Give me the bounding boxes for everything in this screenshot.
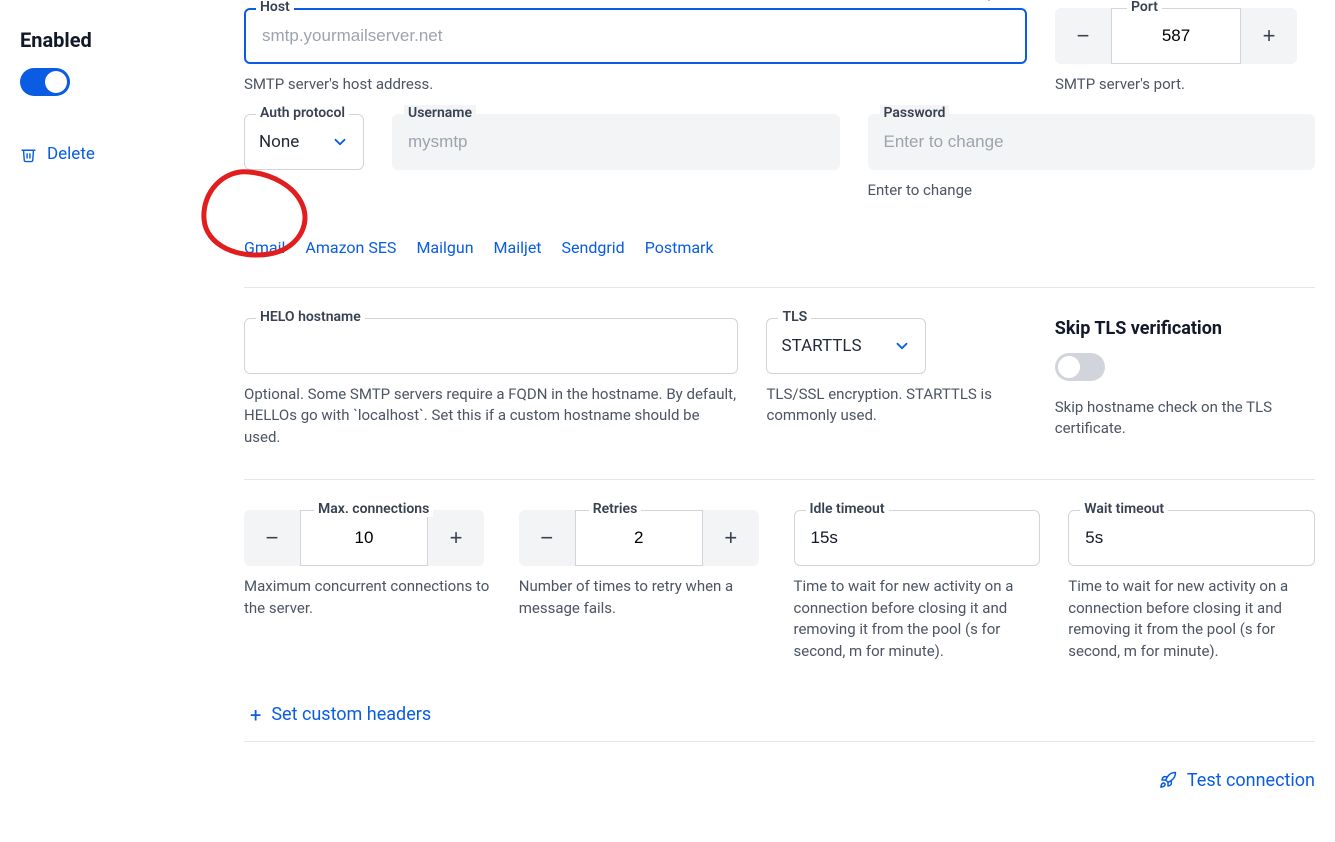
rocket-icon (1159, 771, 1177, 789)
chevron-down-icon (893, 337, 911, 355)
retries-field: Retries − + Number of times to retry whe… (519, 510, 766, 663)
username-field: Username (392, 114, 840, 202)
password-input[interactable] (868, 114, 1316, 170)
max-connections-increment-button[interactable]: + (428, 510, 484, 566)
test-connection-button[interactable]: Test connection (1159, 770, 1315, 791)
host-char-count: 0 / 200 (977, 0, 1021, 4)
max-connections-decrement-button[interactable]: − (244, 510, 300, 566)
retries-label: Retries (589, 501, 642, 517)
port-helper: SMTP server's port. (1055, 74, 1315, 96)
port-increment-button[interactable]: + (1241, 8, 1297, 64)
max-connections-helper: Maximum concurrent connections to the se… (244, 576, 491, 620)
tls-field: TLS STARTTLS TLS/SSL encryption. STARTTL… (766, 318, 1026, 449)
divider-1 (244, 287, 1315, 288)
retries-input[interactable] (575, 510, 703, 566)
auth-protocol-select[interactable]: None (244, 114, 364, 170)
skip-tls-field: Skip TLS verification Skip hostname chec… (1055, 318, 1315, 449)
host-input[interactable] (244, 8, 1027, 64)
idle-timeout-field: Idle timeout Time to wait for new activi… (794, 510, 1041, 663)
skip-tls-helper: Skip hostname check on the TLS certifica… (1055, 397, 1315, 441)
provider-link-mailjet[interactable]: Mailjet (494, 238, 542, 257)
provider-link-sendgrid[interactable]: Sendgrid (562, 238, 625, 257)
port-field: Port − + SMTP server's port. (1055, 8, 1315, 96)
username-label: Username (404, 105, 476, 121)
sidebar: Enabled Delete (20, 8, 220, 791)
enabled-toggle[interactable] (20, 68, 70, 96)
password-label: Password (880, 105, 950, 121)
divider-2 (244, 479, 1315, 480)
helo-label: HELO hostname (256, 309, 365, 325)
password-helper: Enter to change (868, 180, 1316, 202)
username-input[interactable] (392, 114, 840, 170)
provider-link-gmail[interactable]: Gmail (244, 238, 285, 257)
helo-helper: Optional. Some SMTP servers require a FQ… (244, 384, 738, 449)
wait-timeout-label: Wait timeout (1080, 501, 1168, 517)
auth-protocol-label: Auth protocol (256, 105, 349, 121)
wait-timeout-field: Wait timeout Time to wait for new activi… (1068, 510, 1315, 663)
wait-timeout-helper: Time to wait for new activity on a conne… (1068, 576, 1315, 663)
idle-timeout-helper: Time to wait for new activity on a conne… (794, 576, 1041, 663)
wait-timeout-input[interactable] (1068, 510, 1315, 566)
plus-icon: + (250, 703, 261, 727)
idle-timeout-input[interactable] (794, 510, 1041, 566)
tls-label: TLS (778, 309, 811, 325)
skip-tls-toggle[interactable] (1055, 353, 1105, 381)
main-content: 0 / 200 Host SMTP server's host address.… (244, 8, 1315, 791)
retries-stepper: − + (519, 510, 766, 566)
host-helper: SMTP server's host address. (244, 74, 1027, 96)
port-stepper: − + (1055, 8, 1315, 64)
max-connections-label: Max. connections (314, 501, 433, 517)
provider-link-mailgun[interactable]: Mailgun (416, 238, 473, 257)
delete-label: Delete (47, 144, 95, 164)
host-field: 0 / 200 Host SMTP server's host address. (244, 8, 1027, 96)
auth-protocol-field: Auth protocol None (244, 114, 364, 202)
tls-select[interactable]: STARTTLS (766, 318, 926, 374)
tls-value: STARTTLS (781, 336, 861, 356)
max-connections-input[interactable] (300, 510, 428, 566)
helo-input[interactable] (244, 318, 738, 374)
chevron-down-icon (331, 133, 349, 151)
set-custom-headers-button[interactable]: + Set custom headers (244, 675, 1315, 741)
delete-button[interactable]: Delete (20, 144, 220, 164)
port-decrement-button[interactable]: − (1055, 8, 1111, 64)
provider-links: Gmail Amazon SES Mailgun Mailjet Sendgri… (244, 214, 1315, 287)
trash-icon (20, 146, 37, 163)
helo-field: HELO hostname Optional. Some SMTP server… (244, 318, 738, 449)
retries-decrement-button[interactable]: − (519, 510, 575, 566)
port-input[interactable] (1111, 8, 1241, 64)
tls-helper: TLS/SSL encryption. STARTTLS is commonly… (766, 384, 1026, 428)
host-label: Host (256, 0, 294, 15)
password-field: Password Enter to change (868, 114, 1316, 202)
enabled-title: Enabled (20, 28, 220, 52)
set-custom-headers-label: Set custom headers (271, 704, 431, 725)
test-connection-label: Test connection (1187, 770, 1315, 791)
port-label: Port (1127, 0, 1162, 15)
max-connections-stepper: − + (244, 510, 491, 566)
idle-timeout-label: Idle timeout (806, 501, 889, 517)
skip-tls-title: Skip TLS verification (1055, 318, 1315, 339)
retries-increment-button[interactable]: + (703, 510, 759, 566)
provider-link-postmark[interactable]: Postmark (645, 238, 714, 257)
retries-helper: Number of times to retry when a message … (519, 576, 766, 620)
provider-link-amazon-ses[interactable]: Amazon SES (305, 238, 396, 257)
auth-protocol-value: None (259, 132, 299, 152)
max-connections-field: Max. connections − + Maximum concurrent … (244, 510, 491, 663)
